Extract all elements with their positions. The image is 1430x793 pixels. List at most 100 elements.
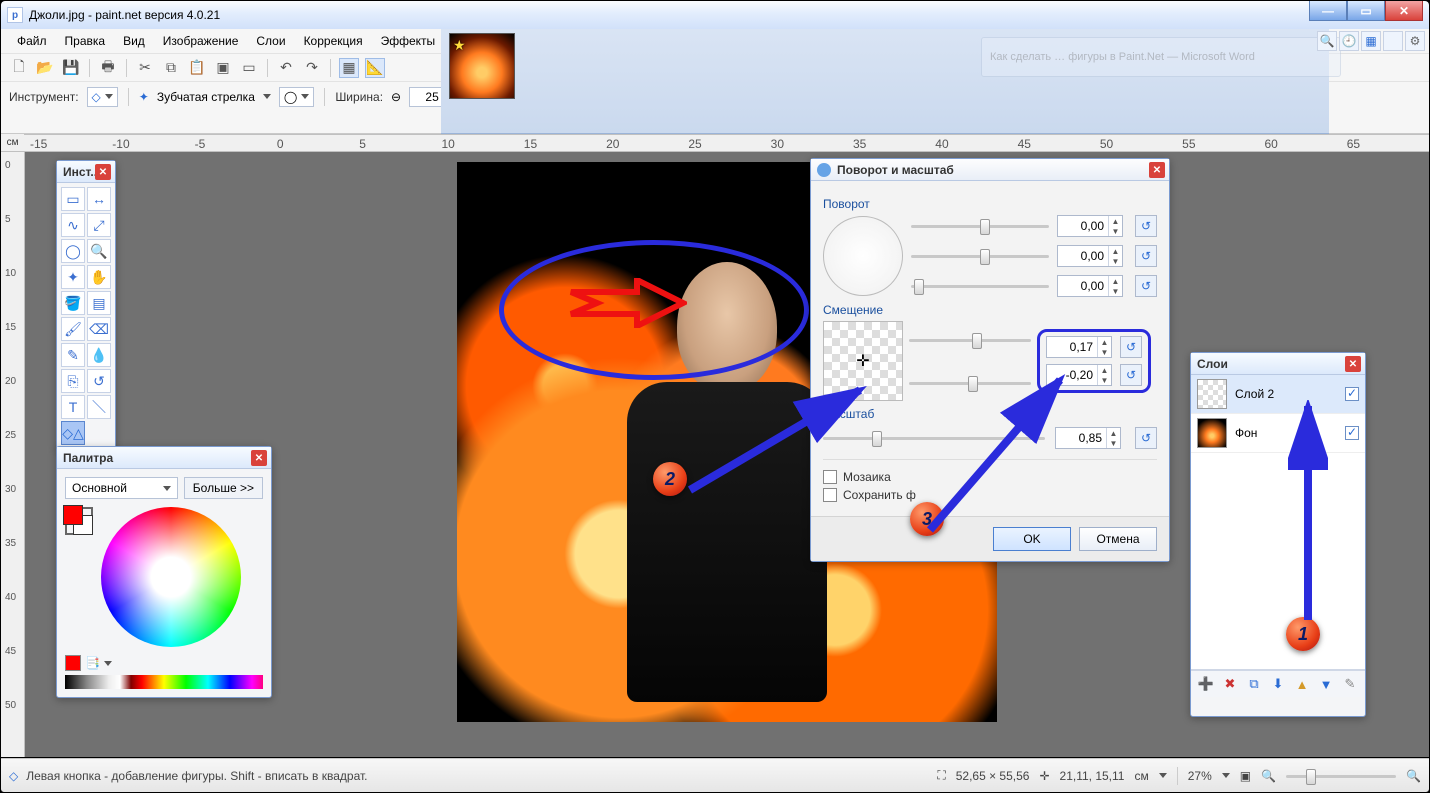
shape-style-picker[interactable]: ◯ — [279, 87, 314, 107]
tool-text[interactable]: T — [61, 395, 85, 419]
offset-x-value[interactable]: ▲▼ — [1046, 336, 1112, 358]
tool-rectangle-select[interactable]: ▭ — [61, 187, 85, 211]
reset-icon[interactable]: ↺ — [1135, 275, 1157, 297]
offset-y-slider[interactable] — [909, 375, 1031, 391]
rotate-slider-2[interactable] — [911, 248, 1049, 264]
tool-paint-bucket[interactable]: 🪣 — [61, 291, 85, 315]
menu-view[interactable]: Вид — [115, 30, 153, 52]
reset-icon[interactable]: ↺ — [1120, 336, 1142, 358]
tool-gradient[interactable]: ▤ — [87, 291, 111, 315]
status-units[interactable]: см — [1134, 769, 1148, 783]
copy-icon[interactable]: ⧉ — [161, 58, 181, 78]
move-down-icon[interactable]: ▼ — [1317, 675, 1335, 693]
menu-image[interactable]: Изображение — [155, 30, 247, 52]
reset-icon[interactable]: ↺ — [1120, 364, 1142, 386]
menu-edit[interactable]: Правка — [57, 30, 114, 52]
tool-paintbrush[interactable]: 🖌 — [61, 317, 85, 341]
menu-adjust[interactable]: Коррекция — [296, 30, 371, 52]
menu-layers[interactable]: Слои — [248, 30, 293, 52]
rotate-value-3[interactable]: ▲▼ — [1057, 275, 1123, 297]
tool-pencil[interactable]: ✎ — [61, 343, 85, 367]
layer-item[interactable]: Слой 2 — [1191, 375, 1365, 414]
crop-icon[interactable]: ▣ — [213, 58, 233, 78]
new-file-icon[interactable]: 🗋 — [9, 58, 29, 78]
fit-window-icon[interactable]: ▣ — [1240, 769, 1251, 783]
rotation-dial[interactable] — [823, 216, 903, 296]
zoom-out-icon[interactable]: 🔍 — [1261, 769, 1276, 783]
offset-preview[interactable] — [823, 321, 903, 401]
window-maximize-button[interactable]: ▭ — [1347, 1, 1385, 21]
color-wheel[interactable] — [101, 507, 241, 647]
layer-item[interactable]: Фон — [1191, 414, 1365, 453]
tool-clone-stamp[interactable]: ⎘ — [61, 369, 85, 393]
document-thumb[interactable]: ★ — [449, 33, 515, 99]
rotate-value-1[interactable]: ▲▼ — [1057, 215, 1123, 237]
toggle-colors-icon[interactable] — [1383, 31, 1403, 51]
mosaic-checkbox[interactable] — [823, 470, 837, 484]
instrument-picker[interactable]: ◇ — [87, 87, 118, 107]
add-layer-icon[interactable]: ➕ — [1197, 675, 1215, 693]
open-file-icon[interactable]: 📂 — [35, 58, 55, 78]
window-close-button[interactable]: ✕ — [1385, 1, 1423, 21]
tool-shapes[interactable]: ◇△ — [61, 421, 85, 445]
menu-file[interactable]: Файл — [9, 30, 55, 52]
merge-down-icon[interactable]: ⬇ — [1269, 675, 1287, 693]
menu-effects[interactable]: Эффекты — [373, 30, 444, 52]
rotate-slider-3[interactable] — [911, 278, 1049, 294]
shape-name[interactable]: Зубчатая стрелка — [157, 90, 255, 104]
print-icon[interactable]: 🖶 — [98, 58, 118, 78]
window-minimize-button[interactable]: — — [1309, 1, 1347, 21]
toggle-layers-icon[interactable]: ▦ — [1361, 31, 1381, 51]
save-file-icon[interactable]: 💾 — [61, 58, 81, 78]
serrated-arrow-shape[interactable] — [567, 278, 687, 328]
duplicate-layer-icon[interactable]: ⧉ — [1245, 675, 1263, 693]
layer-visibility-checkbox[interactable] — [1345, 387, 1359, 401]
scale-slider[interactable] — [823, 430, 1045, 446]
layer-properties-icon[interactable]: ✎ — [1341, 675, 1359, 693]
color-mode-combo[interactable]: Основной — [65, 477, 178, 499]
tool-eraser[interactable]: ⌫ — [87, 317, 111, 341]
tool-move-selection[interactable]: ⤢ — [87, 213, 111, 237]
undo-icon[interactable]: ↶ — [276, 58, 296, 78]
cancel-button[interactable]: Отмена — [1079, 527, 1157, 551]
cut-icon[interactable]: ✂ — [135, 58, 155, 78]
delete-layer-icon[interactable]: ✖ — [1221, 675, 1239, 693]
rotate-value-2[interactable]: ▲▼ — [1057, 245, 1123, 267]
more-colors-button[interactable]: Больше >> — [184, 477, 263, 499]
settings-icon[interactable]: ⚙ — [1405, 31, 1425, 51]
tool-lasso[interactable]: ∿ — [61, 213, 85, 237]
palette-add-icon[interactable]: 📑 — [85, 656, 100, 670]
close-icon[interactable]: ✕ — [251, 450, 267, 466]
redo-icon[interactable]: ↷ — [302, 58, 322, 78]
status-zoom[interactable]: 27% — [1188, 769, 1212, 783]
scale-value[interactable]: ▲▼ — [1055, 427, 1121, 449]
primary-secondary-swatch[interactable] — [65, 507, 93, 535]
colors-panel[interactable]: Палитра✕ Основной Больше >> 📑 — [56, 446, 272, 698]
ruler-toggle-icon[interactable]: 📐 — [365, 58, 385, 78]
width-decrease-icon[interactable]: ⊖ — [391, 90, 401, 104]
offset-y-value[interactable]: ▲▼ — [1046, 364, 1112, 386]
rotate-zoom-dialog[interactable]: Поворот и масштаб✕ Поворот ▲▼ ↺ ▲▼ ↺ ▲▼ … — [810, 158, 1170, 562]
tools-panel[interactable]: Инст...✕ ▭ ↔ ∿ ⤢ ◯ 🔍 ✦ ✋ 🪣 ▤ 🖌 ⌫ ✎ 💧 ⎘ ↺… — [56, 160, 116, 450]
paste-icon[interactable]: 📋 — [187, 58, 207, 78]
recent-color[interactable] — [65, 655, 81, 671]
tool-magic-wand[interactable]: ✦ — [61, 265, 85, 289]
reset-icon[interactable]: ↺ — [1135, 427, 1157, 449]
rotate-slider-1[interactable] — [911, 218, 1049, 234]
reset-icon[interactable]: ↺ — [1135, 245, 1157, 267]
layers-panel[interactable]: Слои✕ Слой 2 Фон ➕ ✖ ⧉ ⬇ ▲ ▼ ✎ — [1190, 352, 1366, 717]
preserve-checkbox[interactable] — [823, 488, 837, 502]
close-icon[interactable]: ✕ — [1149, 162, 1165, 178]
tool-color-picker[interactable]: 💧 — [87, 343, 111, 367]
close-icon[interactable]: ✕ — [1345, 356, 1361, 372]
tool-move-selected[interactable]: ↔ — [87, 187, 111, 211]
layer-visibility-checkbox[interactable] — [1345, 426, 1359, 440]
move-up-icon[interactable]: ▲ — [1293, 675, 1311, 693]
offset-x-slider[interactable] — [909, 332, 1031, 348]
zoom-in-icon[interactable]: 🔍 — [1406, 769, 1421, 783]
zoom-slider[interactable] — [1286, 768, 1396, 784]
tool-pan[interactable]: ✋ — [87, 265, 111, 289]
ok-button[interactable]: OK — [993, 527, 1071, 551]
palette-strip[interactable] — [65, 675, 263, 689]
close-icon[interactable]: ✕ — [95, 164, 111, 180]
